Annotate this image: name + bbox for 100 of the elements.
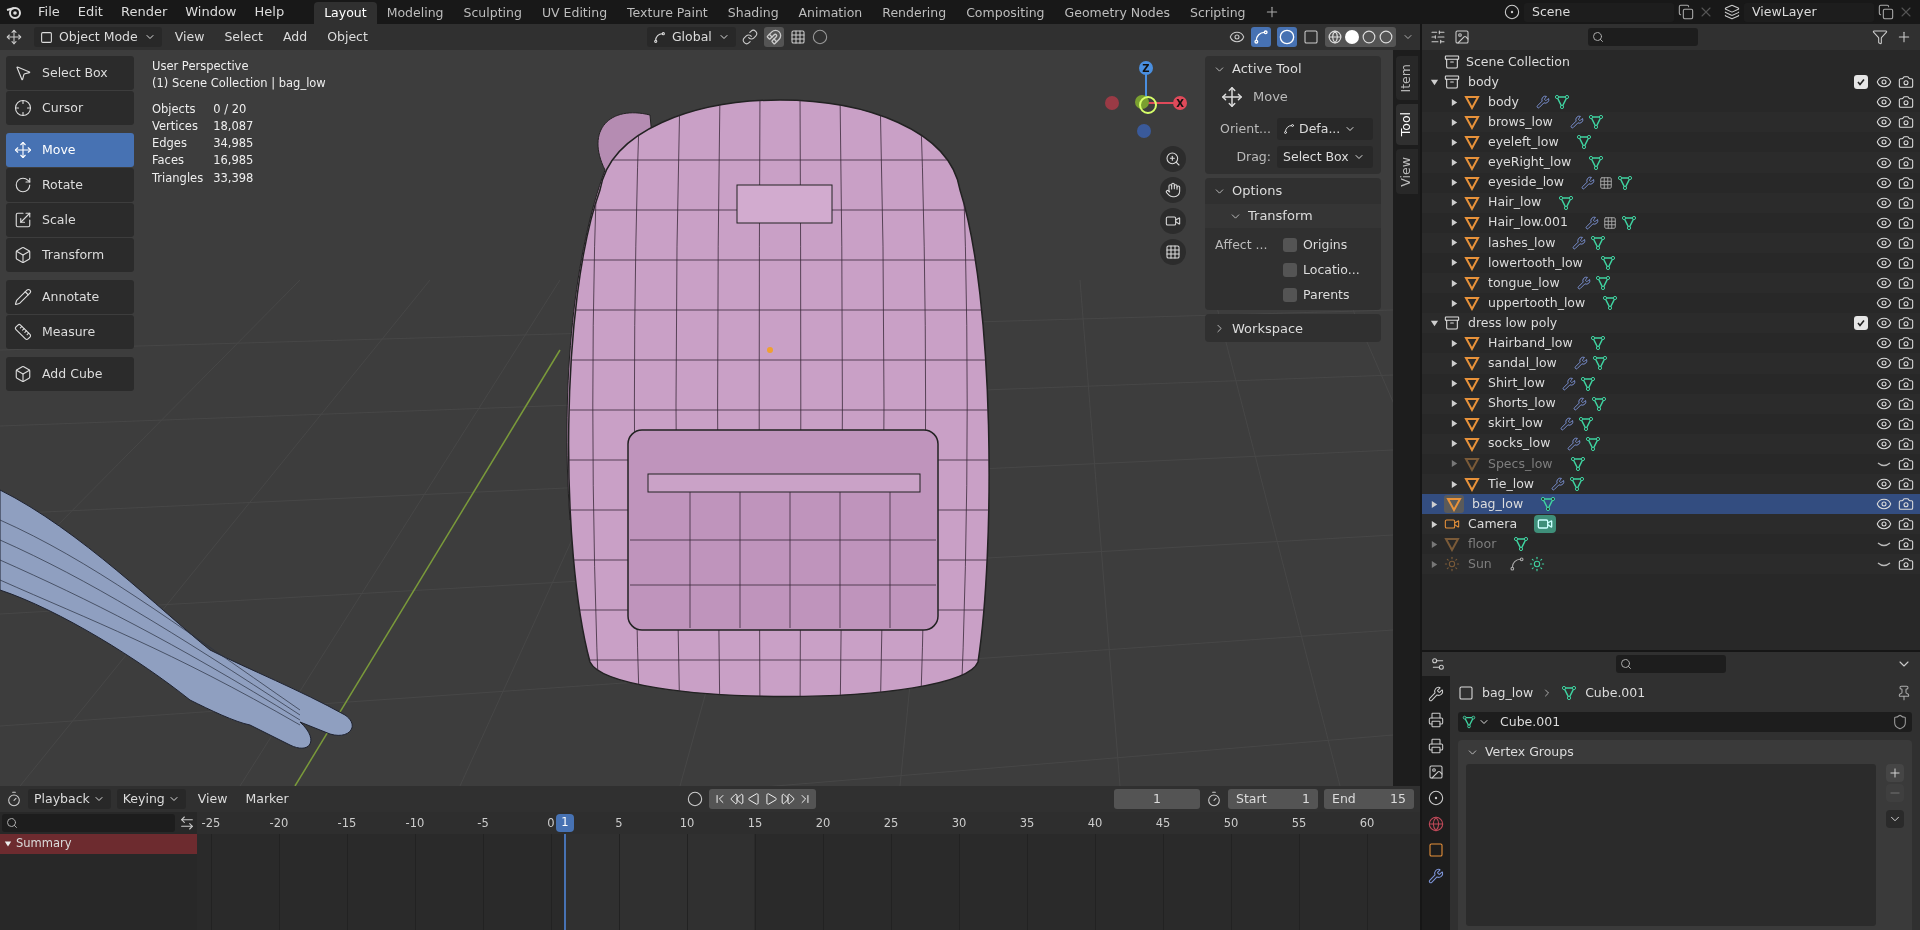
outliner-item-label[interactable]: eyeleft_low: [1488, 133, 1559, 152]
keyframe-back-icon[interactable]: [729, 792, 744, 806]
tool-button[interactable]: Annotate: [6, 280, 134, 314]
menu-item[interactable]: File: [30, 2, 68, 22]
disclosure-triangle-icon[interactable]: [1450, 379, 1459, 389]
pin-icon[interactable]: [1896, 685, 1912, 701]
render-camera-icon[interactable]: [1898, 134, 1914, 151]
outliner-item-label[interactable]: eyeside_low: [1488, 173, 1564, 192]
disclosure-triangle-icon[interactable]: [1450, 358, 1459, 368]
workspace-tab[interactable]: Animation: [788, 2, 873, 24]
render-camera-icon[interactable]: [1898, 194, 1914, 211]
copy-icon[interactable]: [1678, 4, 1694, 20]
channel-row[interactable]: Summary: [0, 834, 197, 854]
display-mode-icon[interactable]: [1454, 29, 1470, 45]
workspace-tab[interactable]: Shading: [717, 2, 789, 24]
tool-button[interactable]: Select Box: [6, 56, 134, 90]
tool-icon[interactable]: [1428, 686, 1444, 702]
menu-dropdown[interactable]: Playback: [28, 789, 111, 809]
wrench-icon[interactable]: [1428, 868, 1444, 884]
disclosure-triangle-icon[interactable]: [1450, 97, 1459, 107]
outliner-item-label[interactable]: brows_low: [1488, 112, 1553, 132]
render-icon[interactable]: [1428, 712, 1444, 728]
eye-icon[interactable]: [1876, 476, 1892, 492]
editor-type-icon[interactable]: [1430, 656, 1446, 672]
disclosure-triangle-icon[interactable]: [1450, 178, 1459, 188]
outliner-item-label[interactable]: Tie_low: [1488, 474, 1534, 494]
playhead[interactable]: 1: [556, 814, 574, 832]
sidebar-tab[interactable]: Item: [1395, 56, 1418, 101]
outliner-item-label[interactable]: Specs_low: [1488, 454, 1553, 474]
outliner-item-label[interactable]: dress low poly: [1468, 313, 1558, 333]
scene-icon[interactable]: [1428, 790, 1444, 806]
checkbox[interactable]: [1283, 238, 1297, 253]
copy-icon[interactable]: [1878, 4, 1894, 20]
panel-title[interactable]: Active Tool: [1232, 59, 1302, 79]
render-camera-icon[interactable]: [1898, 415, 1914, 432]
disclosure-triangle-icon[interactable]: [1450, 137, 1459, 147]
disclosure-triangle-icon[interactable]: [1450, 439, 1459, 449]
panel-title[interactable]: Options: [1232, 181, 1283, 201]
outliner-item-label[interactable]: lashes_low: [1488, 233, 1556, 253]
new-collection-icon[interactable]: [1896, 29, 1912, 45]
fake-user-icon[interactable]: [1892, 714, 1908, 730]
disclosure-triangle-icon[interactable]: [1450, 218, 1459, 228]
exclude-checkbox[interactable]: [1854, 316, 1868, 331]
disclosure-triangle-icon[interactable]: [1430, 77, 1439, 87]
checkbox[interactable]: [1283, 263, 1297, 278]
visibility-icon[interactable]: [1229, 29, 1245, 45]
render-camera-icon[interactable]: [1898, 154, 1914, 171]
checkbox[interactable]: [1283, 287, 1297, 302]
workspace-tab[interactable]: Scripting: [1179, 2, 1256, 24]
menu-dropdown[interactable]: Keying: [116, 789, 186, 809]
clock-icon[interactable]: [1206, 791, 1222, 807]
disclosure-triangle-icon[interactable]: [1450, 338, 1459, 348]
render-camera-icon[interactable]: [1898, 315, 1914, 332]
search-field[interactable]: [2, 814, 175, 832]
workspace-tab[interactable]: Texture Paint: [617, 2, 718, 24]
scene-field[interactable]: Scene: [1524, 2, 1674, 22]
outliner-item-label[interactable]: Hair_low: [1488, 193, 1542, 213]
outliner-item-label[interactable]: socks_low: [1488, 434, 1551, 454]
record-icon[interactable]: [686, 791, 703, 807]
disclosure-triangle-icon[interactable]: [1430, 519, 1439, 529]
render-camera-icon[interactable]: [1898, 234, 1914, 251]
render-camera-icon[interactable]: [1898, 295, 1914, 312]
outliner-item-label[interactable]: floor: [1468, 534, 1497, 554]
outliner-item-label[interactable]: Shirt_low: [1488, 374, 1545, 393]
disclosure-triangle-icon[interactable]: [1450, 399, 1459, 409]
tool-button[interactable]: Transform: [6, 238, 134, 272]
outliner-item-label[interactable]: bag_low: [1472, 494, 1524, 514]
outliner-item-label[interactable]: Sun: [1468, 555, 1492, 574]
disclosure-triangle-icon[interactable]: [1450, 298, 1459, 308]
sidebar-tab[interactable]: View: [1395, 148, 1418, 195]
render-camera-icon[interactable]: [1898, 355, 1914, 372]
snap-toggle[interactable]: [763, 27, 784, 47]
outliner-item-label[interactable]: tongue_low: [1488, 273, 1560, 293]
orientation-dropdown[interactable]: Global: [646, 27, 736, 47]
workspace-tab[interactable]: Modeling: [376, 2, 454, 24]
world-icon[interactable]: [1428, 816, 1444, 832]
outliner-item-label[interactable]: lowertooth_low: [1488, 253, 1583, 273]
mode-dropdown[interactable]: Object Mode: [34, 27, 162, 47]
view-layer-field[interactable]: ViewLayer: [1744, 2, 1874, 22]
camera-view-icon[interactable]: [1165, 213, 1181, 229]
sidebar-tab[interactable]: Tool: [1395, 104, 1418, 145]
workspace-tab[interactable]: Layout: [314, 2, 377, 24]
disclosure-triangle-icon[interactable]: [1450, 158, 1459, 167]
render-camera-icon[interactable]: [1898, 395, 1914, 412]
disclosure-triangle-icon[interactable]: [4, 840, 12, 848]
render-camera-icon[interactable]: [1898, 74, 1914, 91]
keyframe-forward-icon[interactable]: [780, 792, 795, 806]
output-icon[interactable]: [1428, 738, 1444, 754]
workspace-tab[interactable]: Sculpting: [453, 2, 532, 24]
checkbox-label[interactable]: Locatio...: [1303, 260, 1360, 280]
disclosure-triangle-icon[interactable]: [1430, 318, 1439, 328]
render-camera-icon[interactable]: [1898, 375, 1914, 392]
end-frame-field[interactable]: End 15: [1324, 789, 1414, 809]
checkbox-label[interactable]: Parents: [1303, 285, 1350, 305]
outliner-item-label[interactable]: Hair_low.001: [1488, 213, 1568, 233]
xray-icon[interactable]: [1303, 29, 1319, 45]
outliner-item-label[interactable]: uppertooth_low: [1488, 293, 1586, 313]
add-icon[interactable]: [1886, 764, 1904, 782]
breadcrumb-item[interactable]: Cube.001: [1585, 683, 1646, 703]
panel-title[interactable]: Workspace: [1232, 318, 1304, 338]
